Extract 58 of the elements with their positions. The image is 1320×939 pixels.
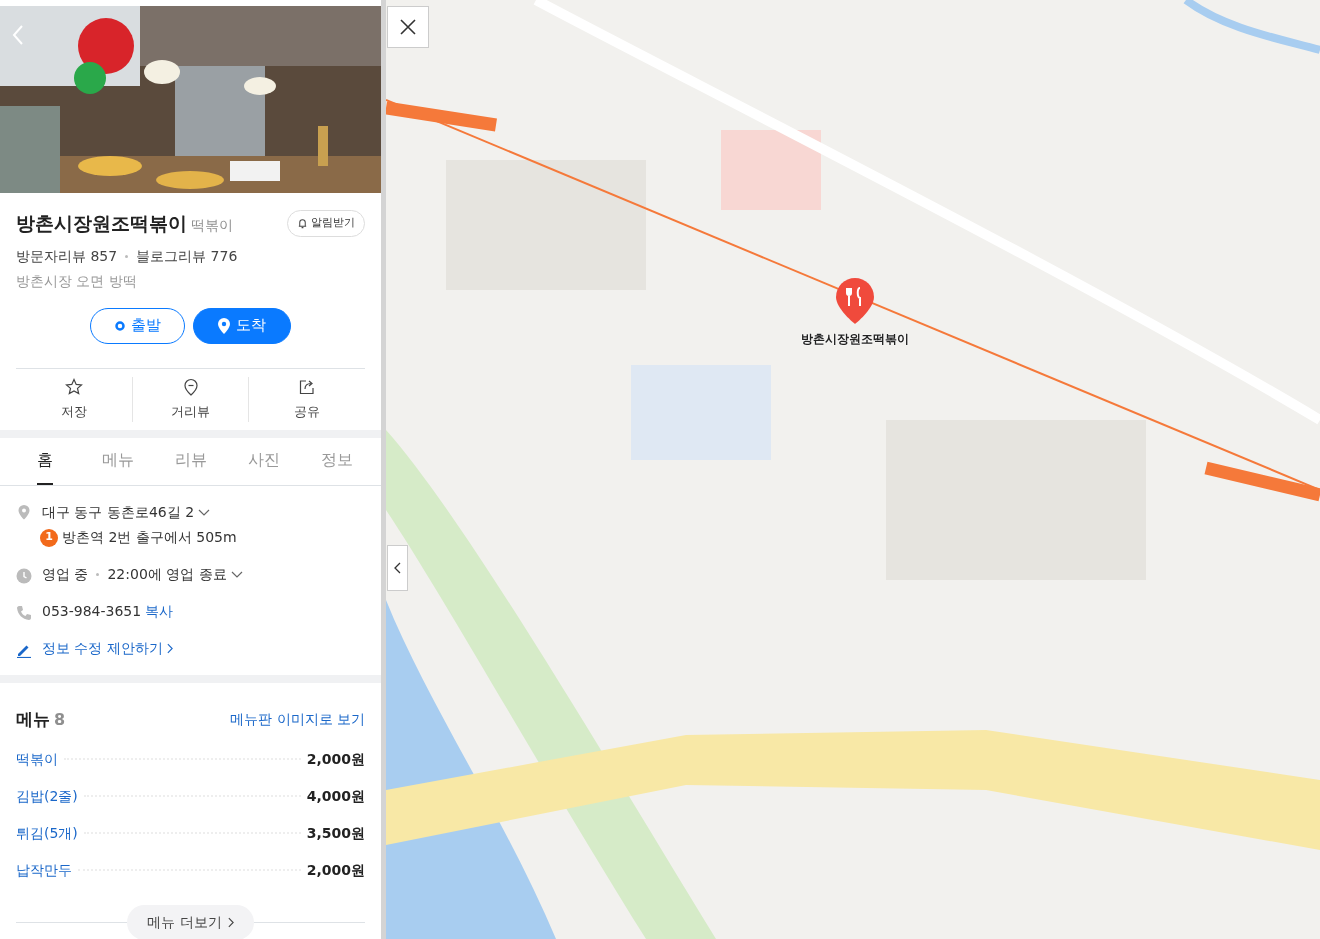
- place-name: 방촌시장원조떡볶이: [16, 211, 187, 236]
- share-action-button[interactable]: 공유: [249, 376, 365, 422]
- menu-item-price: 3,500원: [306, 823, 365, 843]
- back-icon: [12, 24, 24, 46]
- bell-icon: [297, 217, 308, 229]
- map-marker-icon: [835, 277, 875, 325]
- phone-icon: [16, 604, 32, 621]
- tab[interactable]: 홈: [36, 438, 53, 485]
- copy-link[interactable]: 복사: [145, 601, 174, 622]
- close-icon: [400, 19, 416, 35]
- more-menu-button[interactable]: 메뉴 더보기: [127, 904, 254, 939]
- menu-image-link[interactable]: 메뉴판 이미지로 보기: [230, 709, 365, 731]
- menu-item-name: 납작만두: [16, 860, 72, 880]
- pin-icon: [218, 317, 230, 334]
- tab[interactable]: 사진: [247, 438, 280, 485]
- menu-item-name: 튀김(5개): [16, 823, 78, 843]
- chevron-right-icon: [166, 643, 173, 654]
- menu-title: 메뉴: [16, 708, 50, 731]
- share-icon: [298, 377, 317, 396]
- destination-button[interactable]: 도착: [193, 307, 291, 344]
- menu-count: 8: [54, 709, 66, 731]
- location-pin-icon: [181, 377, 200, 396]
- tab[interactable]: 리뷰: [174, 438, 207, 485]
- phone-number: 053-984-3651: [42, 602, 142, 621]
- origin-button[interactable]: 출발: [90, 307, 185, 344]
- star-icon: [64, 377, 83, 396]
- review-count: 블로그리뷰 776: [136, 246, 238, 266]
- close-button[interactable]: [387, 6, 429, 48]
- tab[interactable]: 정보: [320, 438, 353, 485]
- chevron-left-icon: [394, 562, 401, 574]
- subway-directions: 방촌역 2번 출구에서 505m: [62, 528, 237, 547]
- separator-dot: [96, 573, 100, 576]
- clock-icon: [16, 567, 32, 584]
- streetview-action-button[interactable]: 거리뷰: [132, 376, 249, 422]
- map-marker-label: 방촌시장원조떡볶이: [801, 331, 909, 348]
- tab[interactable]: 메뉴: [101, 438, 134, 485]
- separator-dot: [125, 254, 129, 258]
- place-keywords: 방촌시장 오면 방떡: [16, 271, 138, 291]
- chevron-right-icon: [227, 916, 234, 928]
- menu-item-price: 2,000원: [306, 749, 365, 769]
- save-action-button[interactable]: 저장: [16, 376, 132, 422]
- menu-item-name: 떡볶이: [16, 749, 58, 769]
- alert-button[interactable]: 알림받기: [287, 210, 365, 237]
- suggest-edit-link[interactable]: 정보 수정 제안하기: [42, 638, 173, 659]
- chevron-down-icon: [198, 508, 211, 517]
- chevron-down-icon: [230, 570, 243, 579]
- menu-item-price: 2,000원: [306, 860, 365, 880]
- business-hours: 22:00에 영업 종료: [107, 565, 227, 584]
- subway-line-badge: 1: [40, 528, 58, 547]
- origin-dot-icon: [114, 320, 125, 331]
- menu-item-price: 4,000원: [306, 786, 365, 806]
- menu-item-name: 김밥(2줄): [16, 786, 78, 806]
- business-status: 영업 중: [42, 565, 89, 584]
- address: 대구 동구 동촌로46길 2: [42, 503, 195, 522]
- collapse-panel-button[interactable]: [387, 545, 408, 591]
- review-count: 방문자리뷰 857: [16, 246, 118, 266]
- place-category: 떡볶이: [191, 216, 233, 235]
- location-pin-icon: [16, 504, 32, 520]
